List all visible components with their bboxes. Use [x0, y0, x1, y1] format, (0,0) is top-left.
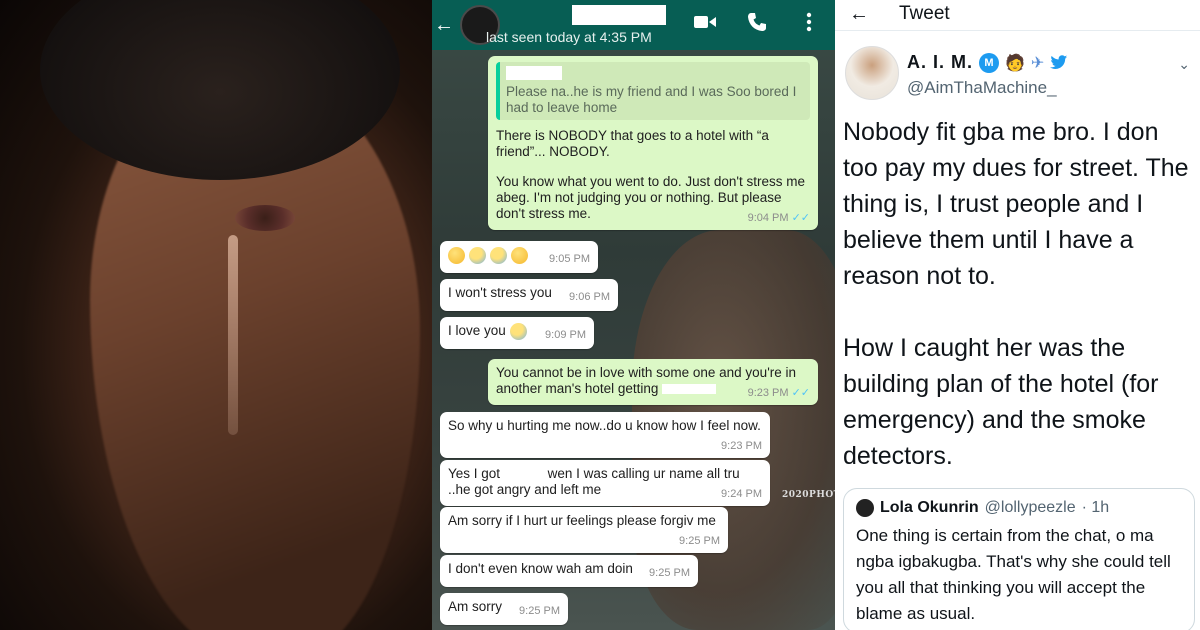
- message-text: There is NOBODY that goes to a hotel wit…: [496, 128, 769, 159]
- message-text: I don't even know wah am doin: [448, 561, 633, 576]
- message-time: 9:25 PM: [519, 605, 560, 617]
- message-text-part: Yes I got: [448, 466, 501, 481]
- author-name-row[interactable]: A. I. M. M 🧑 ✈: [907, 52, 1068, 73]
- tear-shape: [228, 235, 238, 435]
- message-incoming[interactable]: I don't even know wah am doin 9:25 PM: [440, 555, 698, 587]
- author-avatar[interactable]: [845, 46, 899, 100]
- quoted-text: Please na..he is my friend and I was Soo…: [506, 84, 797, 115]
- quoted-message[interactable]: Please na..he is my friend and I was Soo…: [496, 62, 810, 120]
- message-incoming[interactable]: I love you 9:09 PM: [440, 317, 594, 349]
- tweet-paragraph: How I caught her was the building plan o…: [843, 334, 1159, 470]
- frowning-face-emoji-icon: [511, 247, 528, 264]
- message-text: Am sorry if I hurt ur feelings please fo…: [448, 513, 716, 528]
- message-text: I love you: [448, 323, 506, 339]
- time-text: 9:23 PM: [747, 387, 789, 399]
- message-time: 9:09 PM: [545, 329, 586, 341]
- message-text: You know what you went to do. Just don't…: [496, 174, 810, 224]
- phone-call-icon[interactable]: [745, 10, 769, 34]
- message-incoming[interactable]: I won't stress you 9:06 PM: [440, 279, 618, 311]
- message-time: 9:23 PM: [721, 440, 762, 452]
- sad-sweat-face-emoji-icon: [469, 247, 486, 264]
- tweet-text: Nobody fit gba me bro. I don too pay my …: [843, 114, 1195, 510]
- message-time: 9:24 PM: [721, 488, 762, 500]
- video-call-icon[interactable]: [693, 10, 717, 34]
- quoted-author-avatar: [856, 499, 874, 517]
- message-text: Am sorry: [448, 599, 502, 614]
- tweet-header-label: Tweet: [899, 3, 950, 24]
- message-time: 9:05 PM: [549, 253, 590, 265]
- redacted-word: [503, 469, 544, 480]
- quoted-tweet[interactable]: Lola Okunrin @lollypeezle · 1h One thing…: [843, 488, 1195, 630]
- person-emoji-icon: 🧑: [1005, 54, 1025, 72]
- message-outgoing[interactable]: Please na..he is my friend and I was Soo…: [488, 56, 818, 230]
- persevering-face-emoji-icon: [448, 247, 465, 264]
- message-time: 9:04 PM ✓✓: [748, 210, 810, 226]
- back-arrow-icon[interactable]: ←: [849, 3, 869, 26]
- message-incoming[interactable]: 9:05 PM: [440, 241, 598, 273]
- whatsapp-chat-screenshot: ← last seen today at 4:35 PM Please na..…: [432, 0, 835, 630]
- twitter-bird-icon: [1050, 55, 1068, 69]
- message-time: 9:06 PM: [569, 291, 610, 303]
- anxious-face-emoji-icon: [490, 247, 507, 264]
- tweet-topbar: ← Tweet: [835, 0, 1200, 28]
- read-ticks-icon: ✓✓: [791, 387, 810, 399]
- quoted-author-handle: @lollypeezle: [984, 499, 1076, 516]
- contact-info[interactable]: last seen today at 4:35 PM: [486, 5, 666, 45]
- quoted-tweet-time: · 1h: [1081, 499, 1110, 516]
- tweet-paragraph: Nobody fit gba me bro. I don too pay my …: [843, 118, 1189, 290]
- last-seen-status: last seen today at 4:35 PM: [486, 29, 652, 45]
- message-outgoing[interactable]: You cannot be in love with some one and …: [488, 359, 818, 405]
- divider: [835, 30, 1200, 31]
- chevron-down-icon[interactable]: ⌄: [1178, 56, 1190, 73]
- photo-watermark: 2020PHOT: [782, 490, 835, 500]
- fearful-face-emoji-icon: [509, 323, 527, 340]
- message-time: 9:25 PM: [679, 535, 720, 547]
- message-text: I won't stress you: [448, 285, 552, 300]
- author-handle[interactable]: @AimThaMachine_: [907, 78, 1057, 98]
- quoted-tweet-text: One thing is certain from the chat, o ma…: [856, 526, 1171, 623]
- message-incoming[interactable]: So why u hurting me now..do u know how I…: [440, 412, 770, 458]
- more-vert-icon[interactable]: [797, 10, 821, 34]
- contact-name-redacted: [572, 5, 666, 25]
- airplane-emoji-icon: ✈: [1030, 54, 1045, 72]
- eye-shape: [235, 205, 295, 231]
- tweet-screenshot: ← Tweet A. I. M. M 🧑 ✈ @AimThaMachine_ ⌄…: [835, 0, 1200, 630]
- message-incoming[interactable]: Am sorry 9:25 PM: [440, 593, 568, 625]
- back-arrow-icon[interactable]: ←: [434, 14, 456, 37]
- message-text: So why u hurting me now..do u know how I…: [448, 418, 761, 433]
- message-incoming[interactable]: Am sorry if I hurt ur feelings please fo…: [440, 507, 728, 553]
- redacted-word: [662, 384, 717, 395]
- message-time: 9:25 PM: [649, 567, 690, 579]
- time-text: 9:04 PM: [747, 212, 789, 224]
- quoted-author-name: Lola Okunrin: [880, 499, 979, 516]
- chat-header: ← last seen today at 4:35 PM: [432, 0, 835, 50]
- m-badge-icon: M: [979, 52, 999, 73]
- quoted-author-row: Lola Okunrin @lollypeezle · 1h: [856, 499, 1182, 517]
- author-name: A. I. M.: [907, 52, 973, 72]
- quote-author-redacted: [506, 66, 562, 80]
- man-crying-photo: [0, 0, 432, 630]
- message-incoming[interactable]: Yes I got wen I was calling ur name all …: [440, 460, 770, 506]
- message-time: 9:23 PM ✓✓: [748, 385, 810, 401]
- read-ticks-icon: ✓✓: [791, 212, 810, 224]
